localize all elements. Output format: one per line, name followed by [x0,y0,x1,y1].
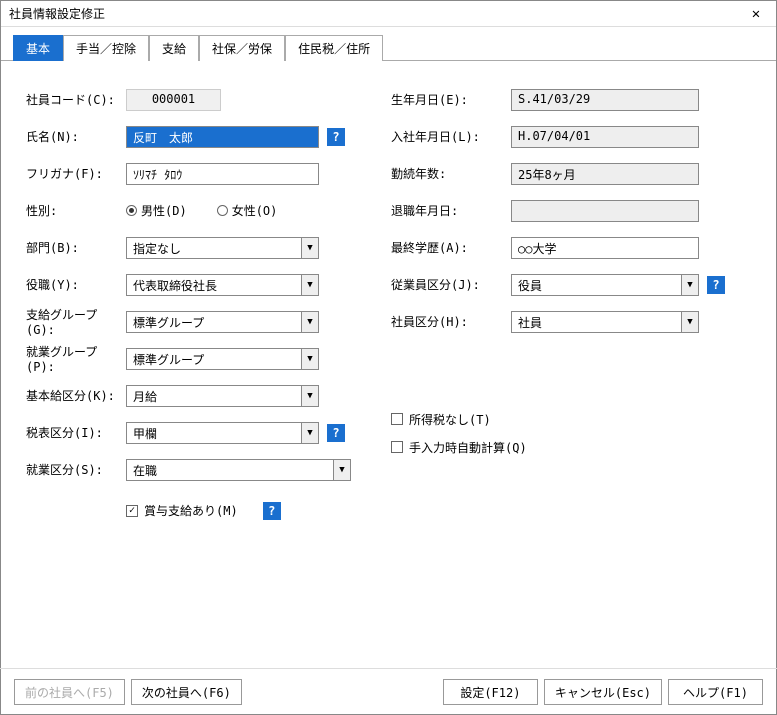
label-hiredate: 入社年月日(L): [391,128,511,145]
chevron-down-icon[interactable]: ▼ [301,348,319,370]
education-field[interactable]: ○○大学 [511,237,699,259]
tab-basic[interactable]: 基本 [13,35,63,61]
label-department: 部門(B): [11,239,126,256]
prev-employee-button: 前の社員へ(F5) [14,679,125,705]
label-gender: 性別: [11,202,126,219]
tax-table-dropdown[interactable]: 甲欄 ▼ [126,422,319,444]
bottom-bar: 前の社員へ(F5) 次の社員へ(F6) 設定(F12) キャンセル(Esc) ヘ… [0,668,777,715]
help-icon[interactable]: ? [263,502,281,520]
emp-type-value: 役員 [511,274,681,296]
form-area: 社員コード(C): 000001 氏名(N): 反町 太郎 ? フリガナ(F):… [1,61,776,553]
label-tenure: 勤続年数: [391,165,511,182]
department-dropdown[interactable]: 指定なし ▼ [126,237,319,259]
chevron-down-icon[interactable]: ▼ [301,237,319,259]
chevron-down-icon[interactable]: ▼ [681,311,699,333]
emp-class-value: 社員 [511,311,681,333]
label-emp-class: 社員区分(H): [391,313,511,330]
settings-button[interactable]: 設定(F12) [443,679,538,705]
chevron-down-icon[interactable]: ▼ [301,422,319,444]
pay-group-value: 標準グループ [126,311,301,333]
label-name: 氏名(N): [11,128,126,145]
work-group-dropdown[interactable]: 標準グループ ▼ [126,348,319,370]
no-tax-checkbox[interactable]: 所得税なし(T) [391,411,491,428]
work-group-value: 標準グループ [126,348,301,370]
left-column: 社員コード(C): 000001 氏名(N): 反町 太郎 ? フリガナ(F):… [11,81,351,533]
cancel-button[interactable]: キャンセル(Esc) [544,679,662,705]
tab-payment[interactable]: 支給 [149,35,199,61]
tab-bar: 基本 手当／控除 支給 社保／労保 住民税／住所 [1,27,776,61]
position-value: 代表取締役社長 [126,274,301,296]
tax-table-value: 甲欄 [126,422,301,444]
auto-calc-label: 手入力時自動計算(Q) [409,439,527,456]
chevron-down-icon[interactable]: ▼ [301,385,319,407]
retiredate-field [511,200,699,222]
pay-group-dropdown[interactable]: 標準グループ ▼ [126,311,319,333]
radio-male[interactable]: 男性(D) [126,202,187,219]
right-column: 生年月日(E): S.41/03/29 入社年月日(L): H.07/04/01… [391,81,725,533]
label-furigana: フリガナ(F): [11,165,126,182]
label-emp-code: 社員コード(C): [11,91,126,108]
close-icon[interactable]: ✕ [740,3,772,25]
label-work-status: 就業区分(S): [11,461,126,478]
chevron-down-icon[interactable]: ▼ [681,274,699,296]
tab-allowance[interactable]: 手当／控除 [63,35,149,61]
label-base-pay: 基本給区分(K): [11,387,126,404]
help-icon[interactable]: ? [707,276,725,294]
no-tax-label: 所得税なし(T) [409,411,491,428]
radio-female[interactable]: 女性(O) [217,202,278,219]
base-pay-value: 月給 [126,385,301,407]
emp-type-dropdown[interactable]: 役員 ▼ [511,274,699,296]
label-work-group: 就業グループ(P): [11,343,126,374]
name-field[interactable]: 反町 太郎 [126,126,319,148]
department-value: 指定なし [126,237,301,259]
label-tax-table: 税表区分(I): [11,424,126,441]
label-retiredate: 退職年月日: [391,202,511,219]
radio-female-label: 女性(O) [232,202,278,219]
furigana-field[interactable]: ｿﾘﾏﾁ ﾀﾛｳ [126,163,319,185]
bonus-label: 賞与支給あり(M) [144,502,238,519]
hiredate-field[interactable]: H.07/04/01 [511,126,699,148]
bonus-checkbox[interactable]: 賞与支給あり(M) [126,502,238,519]
tenure-field: 25年8ヶ月 [511,163,699,185]
label-birthdate: 生年月日(E): [391,91,511,108]
next-employee-button[interactable]: 次の社員へ(F6) [131,679,242,705]
tab-insurance[interactable]: 社保／労保 [199,35,285,61]
radio-male-label: 男性(D) [141,202,187,219]
base-pay-dropdown[interactable]: 月給 ▼ [126,385,319,407]
help-button[interactable]: ヘルプ(F1) [668,679,763,705]
position-dropdown[interactable]: 代表取締役社長 ▼ [126,274,319,296]
emp-code-field: 000001 [126,89,221,111]
chevron-down-icon[interactable]: ▼ [333,459,351,481]
emp-class-dropdown[interactable]: 社員 ▼ [511,311,699,333]
birthdate-field[interactable]: S.41/03/29 [511,89,699,111]
label-education: 最終学歴(A): [391,239,511,256]
tab-tax-address[interactable]: 住民税／住所 [285,35,383,61]
help-icon[interactable]: ? [327,424,345,442]
work-status-value: 在職 [126,459,333,481]
chevron-down-icon[interactable]: ▼ [301,274,319,296]
titlebar: 社員情報設定修正 ✕ [1,1,776,27]
chevron-down-icon[interactable]: ▼ [301,311,319,333]
work-status-dropdown[interactable]: 在職 ▼ [126,459,351,481]
help-icon[interactable]: ? [327,128,345,146]
auto-calc-checkbox[interactable]: 手入力時自動計算(Q) [391,439,527,456]
label-pay-group: 支給グループ(G): [11,306,126,337]
label-emp-type: 従業員区分(J): [391,276,511,293]
label-position: 役職(Y): [11,276,126,293]
window-title: 社員情報設定修正 [9,5,105,22]
